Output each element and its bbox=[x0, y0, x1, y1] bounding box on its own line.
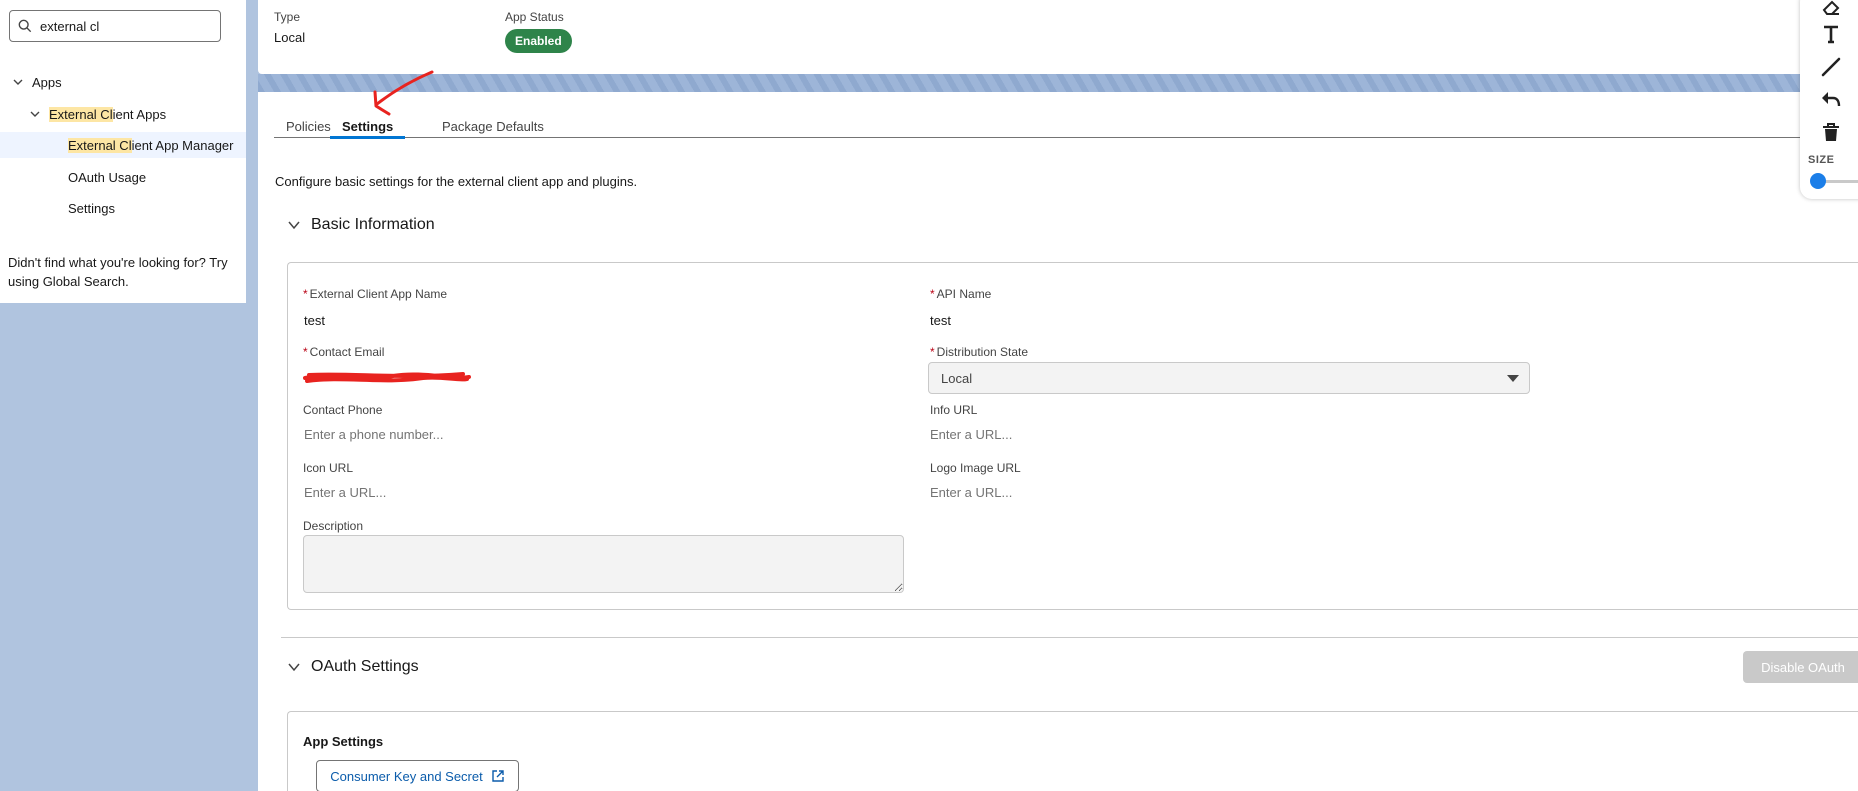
caret-down-icon bbox=[1507, 375, 1519, 382]
app-header-card: Type Local App Status Enabled bbox=[258, 0, 1858, 74]
tree-item-external-client-apps[interactable]: External Client Apps bbox=[29, 101, 166, 127]
basic-info-section-toggle[interactable]: Basic Information bbox=[287, 216, 435, 234]
distribution-state-label: * Distribution State bbox=[930, 345, 1028, 359]
label-text: Distribution State bbox=[936, 345, 1029, 359]
tree-item-label: External Client App Manager bbox=[68, 137, 234, 153]
tree-item-oauth-usage[interactable]: OAuth Usage bbox=[68, 164, 146, 190]
logo-url-input[interactable] bbox=[930, 485, 1510, 500]
undo-icon[interactable] bbox=[1820, 88, 1842, 110]
line-tool-icon[interactable] bbox=[1820, 56, 1842, 78]
required-marker: * bbox=[930, 345, 935, 359]
select-value: Local bbox=[941, 370, 973, 386]
tab-bar: Policies Settings Package Defaults bbox=[274, 114, 1858, 139]
tree-item-external-client-app-manager[interactable]: External Client App Manager bbox=[0, 132, 246, 158]
annotation-tool-panel: SIZE bbox=[1800, 0, 1858, 199]
contact-phone-input[interactable] bbox=[304, 427, 884, 442]
api-name-value: test bbox=[930, 313, 951, 328]
quick-find-search[interactable] bbox=[9, 10, 221, 42]
info-url-label: Info URL bbox=[930, 403, 978, 417]
icon-url-label: Icon URL bbox=[303, 461, 354, 475]
oauth-panel bbox=[287, 711, 1858, 791]
app-settings-heading: App Settings bbox=[303, 734, 384, 749]
icon-url-input[interactable] bbox=[304, 485, 884, 500]
redaction-scribble bbox=[303, 372, 471, 383]
external-link-icon bbox=[492, 770, 504, 782]
type-label: Type bbox=[274, 10, 301, 24]
tree-item-label-rest: ient Apps bbox=[112, 106, 167, 122]
disable-oauth-button[interactable]: Disable OAuth bbox=[1743, 651, 1858, 683]
section-title: Basic Information bbox=[311, 216, 435, 233]
logo-url-label: Logo Image URL bbox=[930, 461, 1021, 475]
status-badge: Enabled bbox=[505, 29, 572, 53]
page-description: Configure basic settings for the externa… bbox=[275, 174, 638, 189]
oauth-section-toggle[interactable]: OAuth Settings bbox=[287, 658, 419, 676]
required-marker: * bbox=[303, 287, 308, 301]
description-textarea[interactable] bbox=[303, 535, 904, 593]
tree-item-settings[interactable]: Settings bbox=[68, 195, 115, 221]
tree-item-label: Settings bbox=[68, 200, 115, 216]
app-name-value: test bbox=[304, 313, 325, 328]
tree-item-apps[interactable]: Apps bbox=[12, 69, 62, 95]
decorative-banner bbox=[258, 74, 1858, 92]
tree-item-label: External Client Apps bbox=[49, 106, 167, 122]
tree-item-label: Apps bbox=[32, 74, 62, 90]
annotation-arrow bbox=[373, 70, 434, 116]
type-value: Local bbox=[274, 30, 306, 45]
required-marker: * bbox=[303, 345, 308, 359]
text-tool-icon[interactable] bbox=[1820, 23, 1842, 45]
search-highlight: External Cl bbox=[49, 106, 113, 122]
consumer-key-button[interactable]: Consumer Key and Secret bbox=[316, 760, 519, 791]
chevron-down-icon bbox=[288, 663, 300, 672]
sidebar-help-text: Didn't find what you're looking for? Try… bbox=[8, 255, 228, 289]
chevron-down-icon[interactable] bbox=[29, 108, 41, 120]
tree-item-label: OAuth Usage bbox=[68, 169, 147, 185]
trash-icon[interactable] bbox=[1820, 121, 1842, 143]
app-name-label: * External Client App Name bbox=[303, 287, 447, 301]
description-label: Description bbox=[303, 519, 364, 533]
chevron-down-icon bbox=[288, 221, 300, 230]
label-text: API Name bbox=[936, 287, 992, 301]
section-divider bbox=[281, 637, 1858, 638]
size-label: SIZE bbox=[1808, 154, 1835, 166]
chevron-down-icon[interactable] bbox=[12, 76, 24, 88]
api-name-label: * API Name bbox=[930, 287, 991, 301]
contact-email-label: * Contact Email bbox=[303, 345, 384, 359]
size-slider-knob[interactable] bbox=[1810, 173, 1826, 189]
distribution-state-select[interactable]: Local bbox=[928, 362, 1530, 394]
required-marker: * bbox=[930, 287, 935, 301]
quick-find-input[interactable] bbox=[40, 18, 210, 34]
eraser-icon[interactable] bbox=[1820, 0, 1842, 18]
app-status-label: App Status bbox=[505, 10, 564, 24]
tab-policies[interactable]: Policies bbox=[286, 114, 331, 138]
section-title: OAuth Settings bbox=[311, 658, 419, 675]
tree-item-label-rest: ient App Manager bbox=[131, 137, 234, 153]
search-icon bbox=[18, 19, 32, 33]
search-highlight: External Cl bbox=[68, 137, 132, 153]
button-label: Consumer Key and Secret bbox=[330, 768, 483, 784]
label-text: Contact Email bbox=[309, 345, 385, 359]
tab-package-defaults[interactable]: Package Defaults bbox=[442, 114, 544, 138]
info-url-input[interactable] bbox=[930, 427, 1510, 442]
contact-phone-label: Contact Phone bbox=[303, 403, 383, 417]
label-text: External Client App Name bbox=[309, 287, 448, 301]
setup-sidebar: Apps External Client Apps External Clien… bbox=[0, 0, 246, 303]
